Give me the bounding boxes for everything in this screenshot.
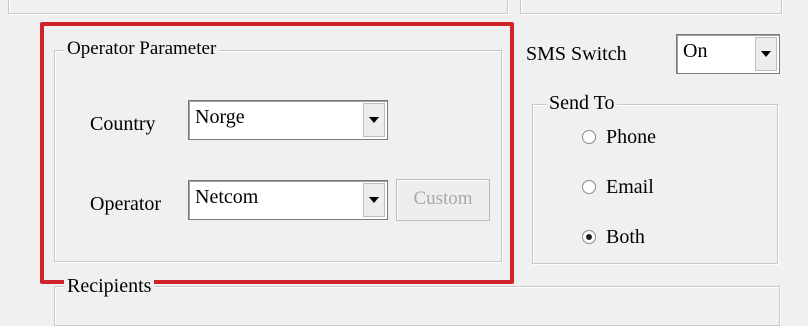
top-right-group-edge (520, 0, 782, 14)
recipients-group (54, 286, 780, 326)
email-radio-button[interactable] (582, 180, 596, 194)
phone-radio-button[interactable] (582, 130, 596, 144)
top-left-group-edge (8, 0, 508, 14)
sms-switch-label: SMS Switch (526, 43, 627, 65)
email-radio-label: Email (606, 176, 654, 198)
sms-switch-value: On (683, 40, 708, 62)
radio-selected-dot-icon (586, 234, 592, 240)
send-to-email-radio[interactable]: Email (582, 174, 702, 202)
recipients-legend: Recipients (64, 275, 155, 297)
sms-switch-dropdown-arrow-icon[interactable] (755, 37, 777, 71)
send-to-legend: Send To (546, 92, 618, 114)
both-radio-label: Both (606, 226, 645, 248)
send-to-both-radio[interactable]: Both (582, 224, 702, 252)
both-radio-button[interactable] (582, 230, 596, 244)
highlight-box (40, 22, 514, 284)
sms-switch-select[interactable]: On (676, 34, 780, 74)
send-to-phone-radio[interactable]: Phone (582, 124, 702, 152)
phone-radio-label: Phone (606, 126, 656, 148)
